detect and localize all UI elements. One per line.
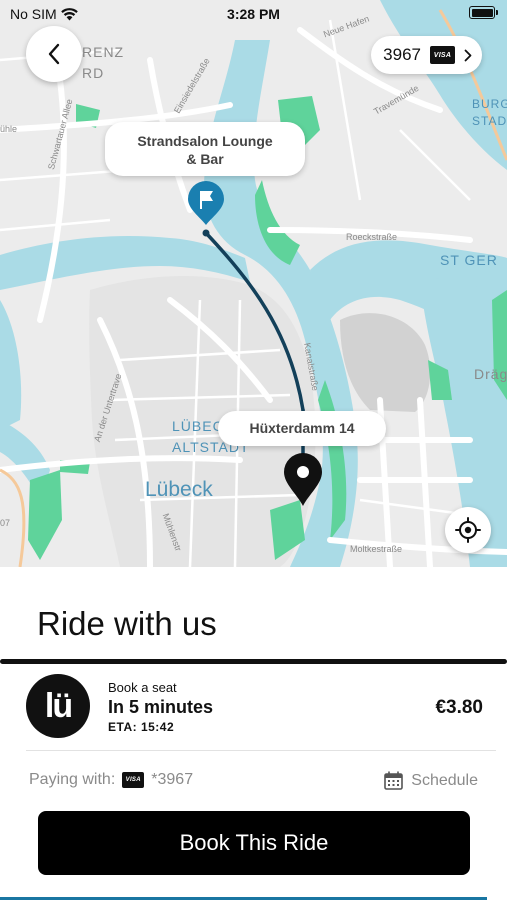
battery-icon [469,6,498,19]
visa-card-icon: VISA [122,772,145,788]
ride-price: €3.80 [435,697,483,718]
street-moltkestrasse: Moltkestraße [350,544,403,554]
provider-logo: lü [26,674,90,738]
book-ride-label: Book This Ride [179,830,329,855]
sheet-title: Ride with us [37,605,217,642]
row-separator [26,750,496,751]
payment-card-pill[interactable]: 3967 VISA [371,36,482,74]
destination-callout[interactable]: Strandsalon Lounge & Bar [105,122,305,176]
visa-card-icon: VISA [430,46,455,64]
ride-option[interactable]: lü Book a seat In 5 minutes ETA: 15:42 €… [0,664,507,750]
paying-card: *3967 [151,771,194,788]
card-last4: 3967 [383,45,421,64]
chevron-right-icon [464,49,472,61]
map-label-burg: BURG STADT [472,97,507,128]
status-right [469,6,498,19]
schedule-label: Schedule [411,771,478,789]
origin-callout[interactable]: Hüxterdamm 14 [218,411,386,446]
origin-callout-label: Hüxterdamm 14 [249,420,355,436]
map-label-07: 07 [0,518,11,528]
calendar-icon [384,771,404,790]
street-roeckstrasse: Roeckstraße [346,232,398,242]
map-view[interactable]: RENZ RD LÜBECK ALTSTADT Lübeck ST GER BU… [0,0,507,567]
ride-time: In 5 minutes [108,697,214,717]
status-time: 3:28 PM [227,6,280,22]
book-ride-button[interactable]: Book This Ride [38,811,470,875]
schedule-button[interactable]: Schedule [384,771,478,790]
chevron-left-icon [48,43,60,65]
crosshair-icon [455,517,481,543]
map-label-drag: Dräg [474,366,507,382]
map-label-city: Lübeck [145,478,213,501]
status-bar: No SIM 3:28 PM [0,0,507,28]
paying-label: Paying with: [29,771,116,788]
map-label-area: RENZ RD [82,44,125,81]
ride-eta: ETA: 15:42 [108,720,175,734]
payment-method[interactable]: Paying with: VISA *3967 [29,771,193,789]
map-label-st-ger: ST GER [440,252,498,268]
ride-sheet: Ride with us lü Book a seat In 5 minutes… [0,567,507,900]
ride-kind: Book a seat [108,680,177,695]
destination-callout-label: Strandsalon Lounge & Bar [137,133,273,167]
map-canvas [0,0,507,567]
locate-me-button[interactable] [445,507,491,553]
map-label-huhle: ühle [0,124,18,134]
back-button[interactable] [26,26,82,82]
